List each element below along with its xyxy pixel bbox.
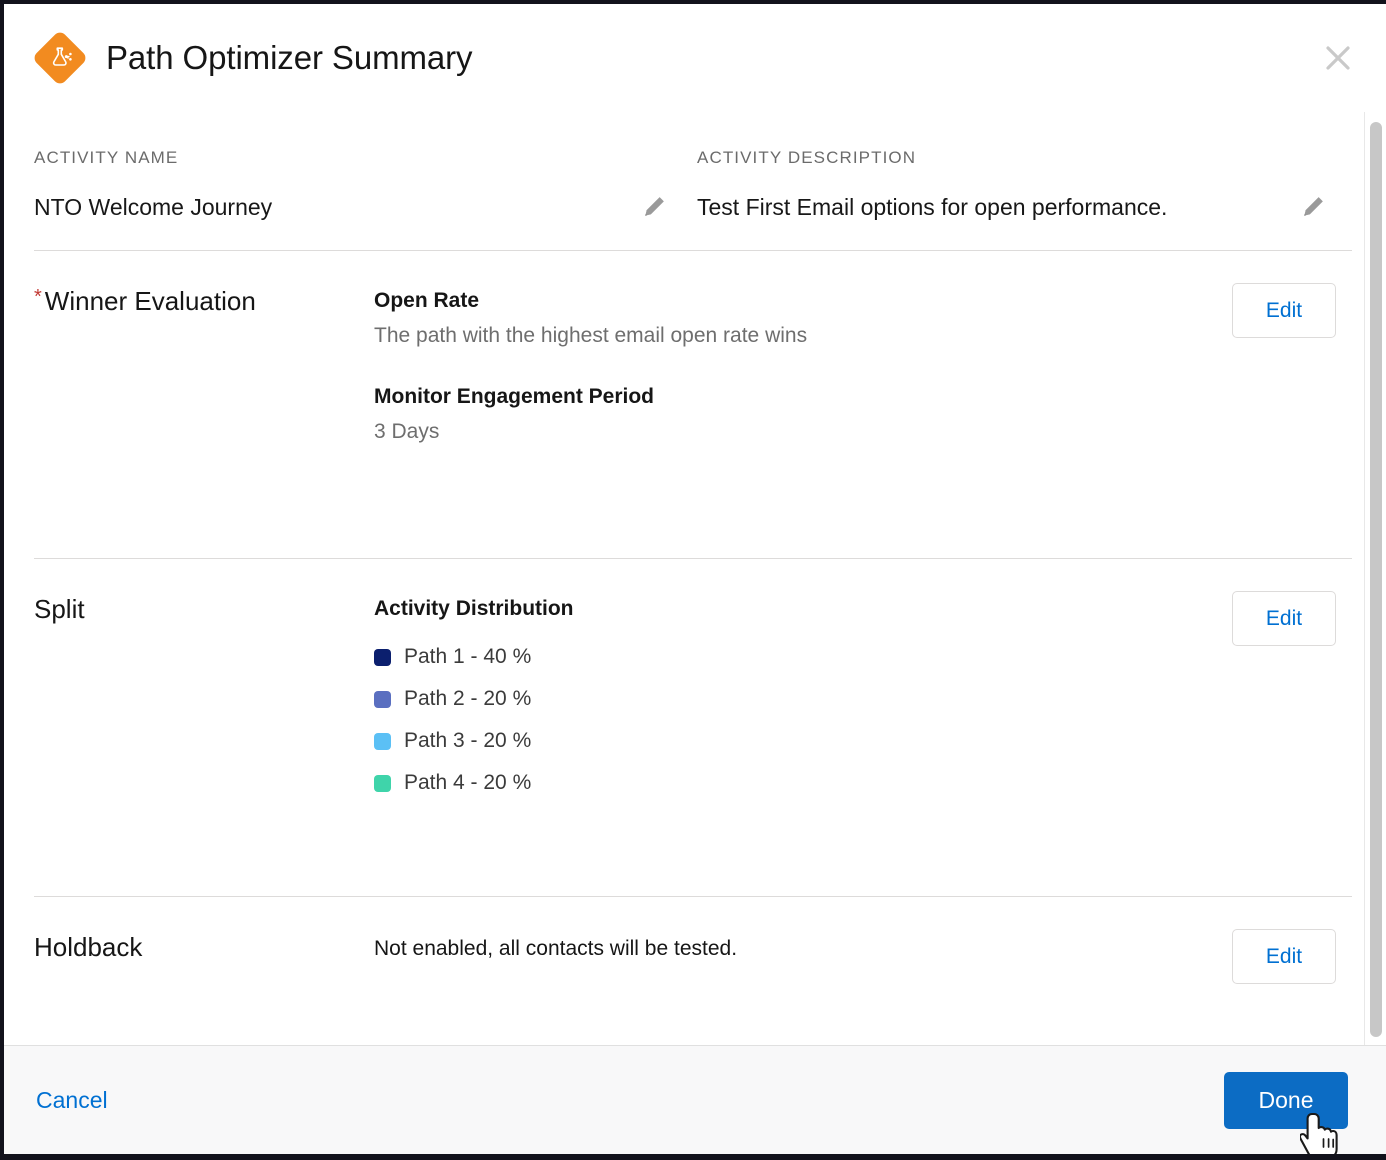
path-distribution-label: Path 3 - 20 % — [404, 729, 532, 753]
activity-description-label: ACTIVITY DESCRIPTION — [697, 148, 917, 167]
path-color-swatch — [374, 648, 391, 666]
modal-scroll-body: ACTIVITY NAME NTO Welcome Journey ACTIVI… — [4, 112, 1386, 1046]
activity-description-field: ACTIVITY DESCRIPTION Test First Email op… — [693, 148, 1352, 224]
edit-winner-evaluation-button[interactable]: Edit — [1232, 283, 1336, 338]
activity-name-label: ACTIVITY NAME — [34, 148, 179, 167]
split-label: Split — [34, 594, 85, 624]
path-distribution-label: Path 4 - 20 % — [404, 771, 532, 795]
edit-split-button[interactable]: Edit — [1232, 591, 1336, 646]
flask-path-optimizer-icon — [31, 29, 89, 87]
path-distribution-item: Path 1 - 40 % — [374, 636, 1208, 678]
activity-description-value: Test First Email options for open perfor… — [697, 193, 1168, 220]
winner-criteria-title: Open Rate — [374, 289, 480, 312]
path-optimizer-summary-modal: Path Optimizer Summary ACTIVITY NAME NTO… — [4, 4, 1386, 1154]
close-icon[interactable] — [1316, 36, 1360, 80]
path-distribution-item: Path 4 - 20 % — [374, 762, 1208, 804]
activity-distribution-title: Activity Distribution — [374, 597, 574, 620]
section-holdback: Holdback Not enabled, all contacts will … — [34, 897, 1352, 1017]
path-distribution-label: Path 2 - 20 % — [404, 687, 532, 711]
path-distribution-item: Path 3 - 20 % — [374, 720, 1208, 762]
section-split: Split Activity Distribution Path 1 - 40 … — [34, 559, 1352, 897]
page-title: Path Optimizer Summary — [106, 39, 473, 76]
winner-evaluation-content: Open Rate The path with the highest emai… — [374, 287, 1232, 446]
holdback-content: Not enabled, all contacts will be tested… — [374, 933, 1232, 963]
edit-activity-name-pencil-icon[interactable] — [637, 190, 671, 224]
section-winner-evaluation: * Winner Evaluation Open Rate The path wi… — [34, 251, 1352, 559]
scrollbar-thumb[interactable] — [1370, 122, 1382, 1037]
path-color-swatch — [374, 774, 391, 792]
vertical-scrollbar[interactable] — [1364, 112, 1386, 1045]
winner-criteria-description: The path with the highest email open rat… — [374, 324, 808, 348]
monitor-engagement-period-title: Monitor Engagement Period — [374, 384, 655, 408]
done-button[interactable]: Done — [1224, 1071, 1348, 1129]
modal-footer: Cancel Done — [4, 1046, 1386, 1154]
path-distribution-list: Path 1 - 40 % Path 2 - 20 % Path 3 - 20 % P… — [374, 636, 1208, 804]
edit-holdback-button[interactable]: Edit — [1232, 929, 1336, 984]
modal-header: Path Optimizer Summary — [4, 4, 1386, 112]
path-distribution-item: Path 2 - 20 % — [374, 678, 1208, 720]
activity-name-field: ACTIVITY NAME NTO Welcome Journey — [34, 148, 693, 224]
required-marker: * — [34, 286, 42, 308]
holdback-label: Holdback — [34, 932, 143, 962]
browser-window-frame: Path Optimizer Summary ACTIVITY NAME NTO… — [0, 0, 1386, 1160]
holdback-value: Not enabled, all contacts will be tested… — [374, 937, 738, 960]
path-color-swatch — [374, 690, 391, 708]
activity-info-row: ACTIVITY NAME NTO Welcome Journey ACTIVI… — [34, 112, 1352, 251]
path-distribution-label: Path 1 - 40 % — [404, 645, 532, 669]
winner-evaluation-label: * Winner Evaluation — [34, 286, 256, 316]
path-color-swatch — [374, 732, 391, 750]
split-content: Activity Distribution Path 1 - 40 % Path … — [374, 595, 1232, 804]
activity-name-value: NTO Welcome Journey — [34, 193, 273, 220]
cancel-button[interactable]: Cancel — [34, 1081, 110, 1120]
monitor-engagement-period-value: 3 Days — [374, 420, 440, 444]
edit-activity-description-pencil-icon[interactable] — [1296, 190, 1330, 224]
